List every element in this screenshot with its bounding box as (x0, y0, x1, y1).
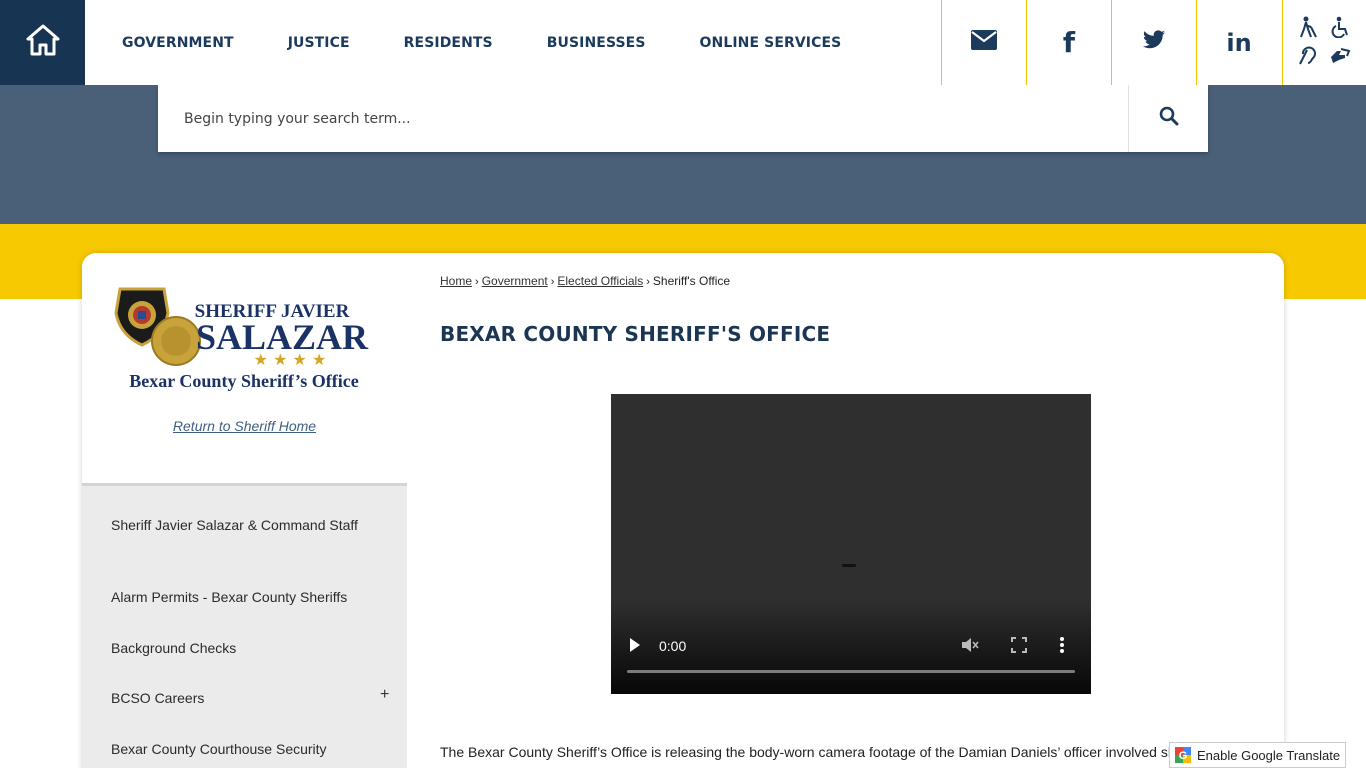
volume-muted-icon[interactable] (961, 637, 979, 658)
google-translate-label: Enable Google Translate (1197, 747, 1341, 763)
sidebar: SHERIFF JAVIER SALAZAR ★ ★ ★ ★ Bexar Cou… (82, 253, 407, 768)
nav-item-businesses[interactable]: BUSINESSES (547, 35, 646, 51)
expand-plus-icon[interactable]: + (380, 686, 389, 704)
main-nav: GOVERNMENT JUSTICE RESIDENTS BUSINESSES … (122, 0, 895, 85)
sign-language-icon (1329, 45, 1351, 67)
nav-item-government[interactable]: GOVERNMENT (122, 35, 234, 51)
nav-item-justice[interactable]: JUSTICE (288, 35, 350, 51)
sheriff-badge-icon: SHERIFF JAVIER SALAZAR ★ ★ ★ ★ Bexar Cou… (114, 287, 369, 391)
breadcrumb-separator: › (646, 276, 650, 288)
home-icon (26, 24, 60, 61)
breadcrumb-separator: › (475, 276, 479, 288)
video-time: 0:00 (659, 638, 687, 654)
page-title: BEXAR COUNTY SHERIFF'S OFFICE (440, 322, 831, 346)
sidebar-item-courthouse-security[interactable]: Bexar County Courthouse Security (111, 738, 361, 760)
more-options-icon[interactable] (1059, 637, 1065, 658)
twitter-icon (1142, 30, 1166, 55)
google-icon: G (1175, 747, 1191, 763)
sidebar-item-bcso-careers[interactable]: BCSO Careers (111, 687, 361, 709)
sidebar-menu: Sheriff Javier Salazar & Command Staff A… (82, 483, 407, 768)
play-icon[interactable] (629, 637, 641, 658)
breadcrumb-separator: › (550, 276, 555, 288)
home-button[interactable] (0, 0, 85, 85)
blind-walking-icon (1297, 16, 1319, 38)
breadcrumb-current: Sheriff's Office (652, 274, 731, 288)
breadcrumb: Home › Government › Elected Officials › Sherif… (440, 274, 730, 288)
sidebar-item-background-checks[interactable]: Background Checks (111, 637, 361, 659)
search-input[interactable] (158, 85, 1128, 152)
nav-item-online-services[interactable]: ONLINE SERVICES (700, 35, 842, 51)
mail-icon (971, 30, 997, 55)
sidebar-item-command-staff[interactable]: Sheriff Javier Salazar & Command Staff (111, 514, 361, 536)
search-icon (1159, 106, 1179, 131)
search-bar (158, 85, 1208, 152)
linkedin-icon: in (1226, 28, 1252, 57)
fullscreen-icon[interactable] (1011, 637, 1027, 658)
sidebar-item-alarm-permits[interactable]: Alarm Permits - Bexar County Sheriffs (111, 586, 361, 608)
video-progress-bar[interactable] (627, 670, 1075, 673)
svg-text:G: G (1179, 750, 1188, 762)
search-button[interactable] (1128, 85, 1208, 152)
return-to-sheriff-home-link[interactable]: Return to Sheriff Home (82, 418, 407, 434)
twitter-link[interactable] (1111, 0, 1196, 85)
hearing-icon (1297, 45, 1319, 67)
facebook-link[interactable]: f (1026, 0, 1111, 85)
accessibility-menu[interactable] (1282, 0, 1366, 85)
svg-text:★ ★ ★ ★: ★ ★ ★ ★ (254, 350, 327, 369)
logo-area: SHERIFF JAVIER SALAZAR ★ ★ ★ ★ Bexar Cou… (82, 253, 407, 483)
nav-item-residents[interactable]: RESIDENTS (404, 35, 493, 51)
article-body-text: The Bexar County Sheriff’s Office is rel… (440, 744, 1214, 760)
loading-indicator (842, 564, 856, 567)
linkedin-link[interactable]: in (1196, 0, 1281, 85)
breadcrumb-home[interactable]: Home (440, 274, 472, 288)
video-player[interactable]: 0:00 (611, 394, 1091, 694)
wheelchair-icon (1329, 16, 1351, 38)
google-translate-button[interactable]: G Enable Google Translate (1169, 742, 1346, 768)
content-card: SHERIFF JAVIER SALAZAR ★ ★ ★ ★ Bexar Cou… (82, 253, 1284, 768)
breadcrumb-government[interactable]: Government (482, 274, 548, 288)
svg-text:Bexar County Sheriff’s Office: Bexar County Sheriff’s Office (129, 371, 358, 391)
breadcrumb-elected-officials[interactable]: Elected Officials (557, 274, 643, 288)
facebook-icon: f (1062, 26, 1076, 59)
sheriff-logo[interactable]: SHERIFF JAVIER SALAZAR ★ ★ ★ ★ Bexar Cou… (114, 283, 374, 395)
email-link[interactable] (941, 0, 1026, 85)
main-content: Home › Government › Elected Officials › Sherif… (440, 253, 1260, 768)
top-navigation-bar: GOVERNMENT JUSTICE RESIDENTS BUSINESSES … (0, 0, 1366, 85)
